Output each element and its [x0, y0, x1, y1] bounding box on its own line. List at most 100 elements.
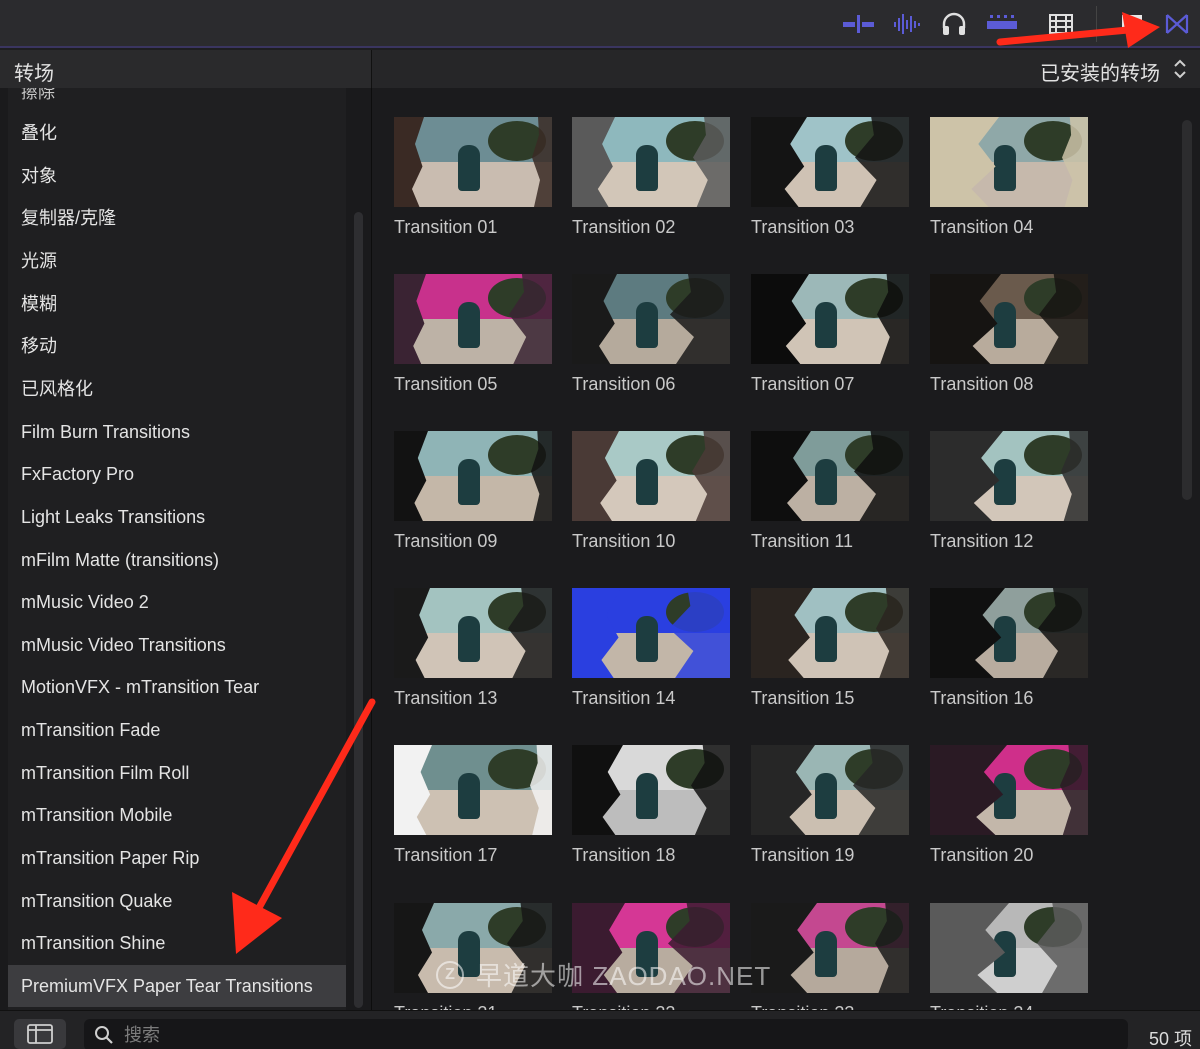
- transition-tile[interactable]: Transition 02: [572, 117, 732, 238]
- transition-tile[interactable]: Transition 06: [572, 274, 732, 395]
- transition-thumbnail[interactable]: [572, 274, 730, 364]
- sidebar-item[interactable]: mFilm Matte (transitions): [8, 539, 346, 581]
- sidebar-item[interactable]: mTransition Shine: [8, 922, 346, 964]
- transition-label: Transition 12: [930, 531, 1034, 551]
- audio-meters-icon[interactable]: [842, 10, 876, 38]
- transition-thumbnail[interactable]: [751, 903, 909, 993]
- transition-label: Transition 18: [572, 845, 676, 865]
- transition-grid: Transition 01 Transition 02 Transition 03 T…: [372, 88, 1200, 1010]
- transition-tile[interactable]: Transition 05: [394, 274, 554, 395]
- transition-tile[interactable]: Transition 20: [930, 745, 1090, 866]
- sidebar-item[interactable]: 模糊: [8, 283, 346, 325]
- transition-thumbnail[interactable]: [751, 117, 909, 207]
- headphones-icon[interactable]: [940, 10, 968, 38]
- transition-tile[interactable]: Transition 01: [394, 117, 554, 238]
- transition-label: Transition 15: [751, 688, 855, 708]
- sidebar-item[interactable]: Film Burn Transitions: [8, 411, 346, 453]
- transition-thumbnail[interactable]: [572, 117, 730, 207]
- transition-tile[interactable]: Transition 12: [930, 431, 1090, 552]
- transition-tile[interactable]: Transition 24: [930, 903, 1090, 1010]
- transition-thumbnail[interactable]: [930, 903, 1088, 993]
- transition-tile[interactable]: Transition 07: [751, 274, 911, 395]
- search-field[interactable]: [84, 1019, 1128, 1049]
- sidebar-item[interactable]: 光源: [8, 240, 346, 282]
- transition-tile[interactable]: Transition 08: [930, 274, 1090, 395]
- transition-label: Transition 07: [751, 374, 855, 394]
- transition-label: Transition 09: [394, 531, 498, 551]
- sidebar-toggle-button[interactable]: [14, 1019, 66, 1049]
- sidebar-item[interactable]: PremiumVFX Paper Tear Transitions: [8, 965, 346, 1007]
- browser-header: 已安装的转场: [372, 50, 1200, 88]
- transition-thumbnail[interactable]: [930, 274, 1088, 364]
- transition-tile[interactable]: Transition 17: [394, 745, 554, 866]
- item-count: 50 项: [1148, 1029, 1192, 1049]
- transition-thumbnail[interactable]: [930, 117, 1088, 207]
- transition-label: Transition 04: [930, 217, 1034, 237]
- transitions-browser-icon[interactable]: [1162, 10, 1192, 38]
- sidebar-title: 转场: [14, 63, 54, 85]
- search-icon: [95, 1026, 113, 1044]
- transition-tile[interactable]: Transition 03: [751, 117, 911, 238]
- sidebar-item[interactable]: 移动: [8, 325, 346, 367]
- bottom-bar: 50 项: [0, 1010, 1200, 1049]
- installed-transitions-popup[interactable]: 已安装的转场: [1040, 57, 1160, 86]
- search-input[interactable]: [124, 1019, 1024, 1049]
- transition-thumbnail[interactable]: [572, 588, 730, 678]
- transition-tile[interactable]: Transition 23: [751, 903, 911, 1010]
- transition-thumbnail[interactable]: [572, 745, 730, 835]
- sidebar-item[interactable]: MotionVFX - mTransition Tear: [8, 666, 346, 708]
- transition-thumbnail[interactable]: [751, 588, 909, 678]
- sidebar-header: 转场: [0, 50, 372, 88]
- transition-thumbnail[interactable]: [930, 745, 1088, 835]
- sidebar-item[interactable]: mTransition Paper Rip: [8, 837, 346, 879]
- transition-label: Transition 20: [930, 845, 1034, 865]
- transition-tile[interactable]: Transition 09: [394, 431, 554, 552]
- transition-label: Transition 06: [572, 374, 676, 394]
- transition-thumbnail[interactable]: [751, 431, 909, 521]
- grid-scrollbar[interactable]: [1182, 120, 1192, 500]
- transition-thumbnail[interactable]: [930, 431, 1088, 521]
- sidebar-item[interactable]: FxFactory Pro: [8, 453, 346, 495]
- transition-thumbnail[interactable]: [394, 588, 552, 678]
- transition-label: Transition 21: [394, 1003, 554, 1010]
- transition-tile[interactable]: Transition 10: [572, 431, 732, 552]
- sidebar-item[interactable]: mTransition Mobile: [8, 794, 346, 836]
- transition-tile[interactable]: Transition 18: [572, 745, 732, 866]
- chevron-updown-icon[interactable]: [1172, 57, 1188, 81]
- sidebar-item[interactable]: 已风格化: [8, 368, 346, 410]
- sidebar-item[interactable]: 对象: [8, 155, 346, 197]
- transition-thumbnail[interactable]: [394, 117, 552, 207]
- sidebar-item[interactable]: Light Leaks Transitions: [8, 496, 346, 538]
- sidebar-item[interactable]: mTransition Film Roll: [8, 752, 346, 794]
- sidebar-item[interactable]: mTransition Fade: [8, 709, 346, 751]
- transition-thumbnail[interactable]: [930, 588, 1088, 678]
- transition-thumbnail[interactable]: [394, 274, 552, 364]
- transition-label: Transition 19: [751, 845, 855, 865]
- transition-tile[interactable]: Transition 16: [930, 588, 1090, 709]
- transition-thumbnail[interactable]: [572, 431, 730, 521]
- transition-label: Transition 08: [930, 374, 1034, 394]
- sidebar-item-partial[interactable]: 擦除: [8, 88, 346, 100]
- transition-tile[interactable]: Transition 14: [572, 588, 732, 709]
- transition-tile[interactable]: Transition 11: [751, 431, 911, 552]
- transition-thumbnail[interactable]: [394, 431, 552, 521]
- sidebar-scrollbar[interactable]: [354, 212, 363, 1008]
- waveform-icon[interactable]: [892, 10, 924, 38]
- film-strip-icon[interactable]: [1046, 10, 1076, 38]
- sidebar-item[interactable]: 叠化: [8, 112, 346, 154]
- sidebar-item[interactable]: 复制器/克隆: [8, 197, 346, 239]
- transition-tile[interactable]: Transition 19: [751, 745, 911, 866]
- transition-label: Transition 03: [751, 217, 855, 237]
- transition-thumbnail[interactable]: [751, 745, 909, 835]
- sidebar-item[interactable]: mTransition Quake: [8, 880, 346, 922]
- transition-tile[interactable]: Transition 15: [751, 588, 911, 709]
- transition-tile[interactable]: Transition 04: [930, 117, 1090, 238]
- transition-thumbnail[interactable]: [394, 745, 552, 835]
- sidebar-item[interactable]: mMusic Video Transitions: [8, 624, 346, 666]
- transition-thumbnail[interactable]: [751, 274, 909, 364]
- transition-tile[interactable]: Transition 13: [394, 588, 554, 709]
- transition-label: Transition 13: [394, 688, 498, 708]
- sidebar-item[interactable]: mMusic Video 2: [8, 581, 346, 623]
- clip-appearance-icon[interactable]: [984, 10, 1020, 38]
- photos-browser-icon[interactable]: [1118, 10, 1146, 38]
